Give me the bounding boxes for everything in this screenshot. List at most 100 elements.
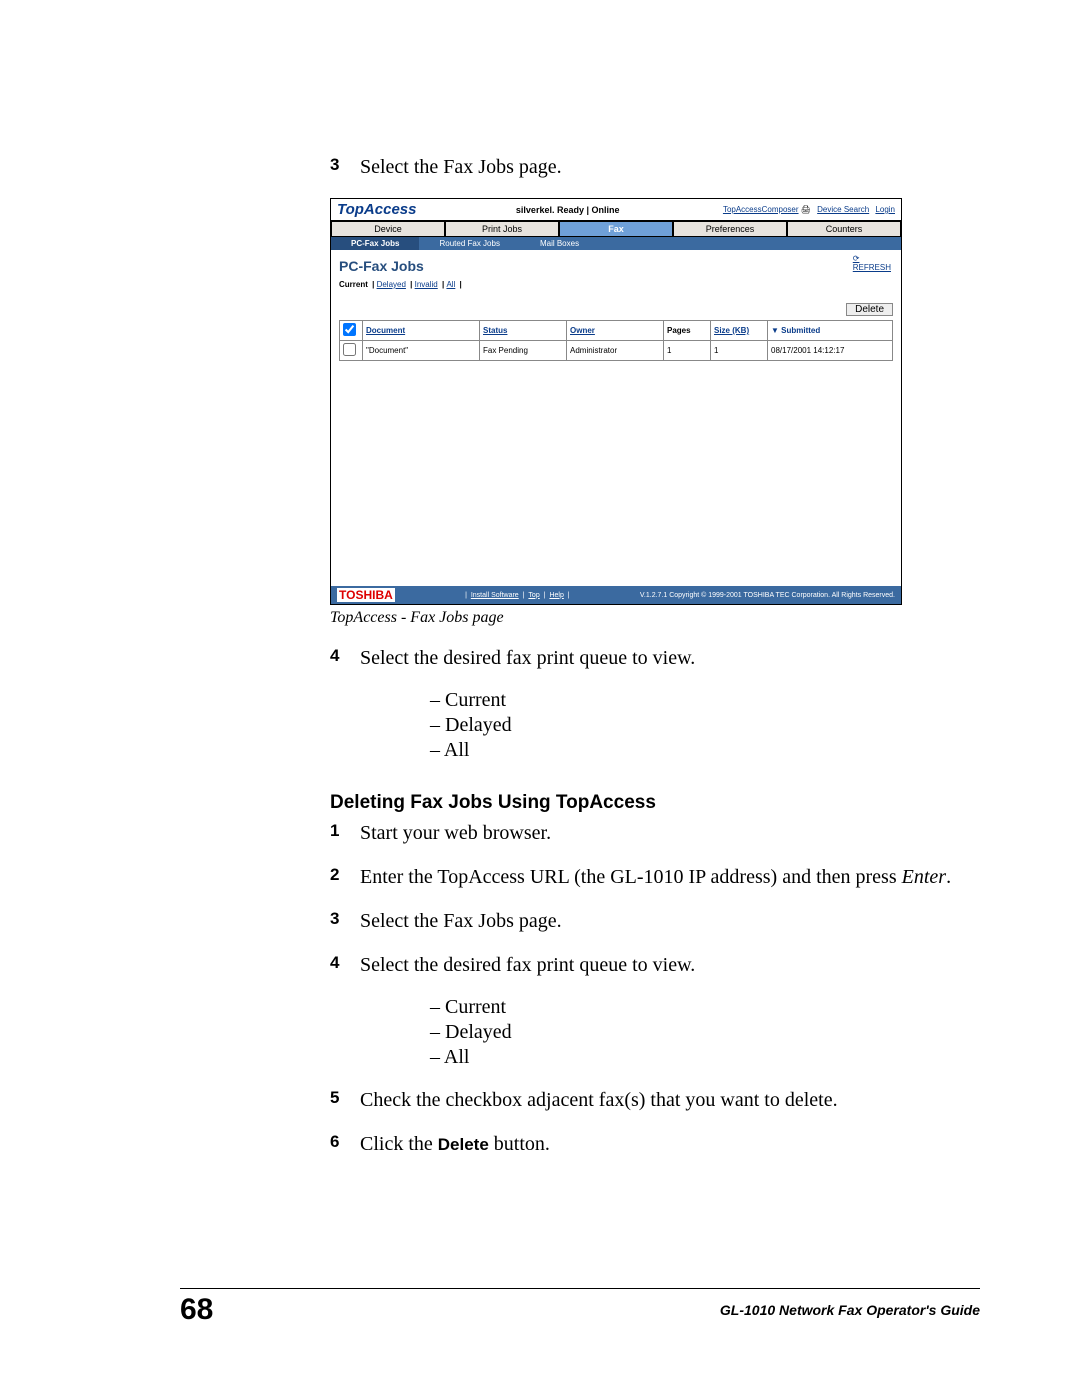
refresh-label: REFRESH: [853, 263, 891, 272]
col-document[interactable]: Document: [363, 321, 480, 341]
step-text: Select the desired fax print queue to vi…: [360, 952, 980, 978]
txt-a: Click the: [360, 1133, 438, 1155]
cell-pages: 1: [664, 341, 711, 361]
section-heading: Deleting Fax Jobs Using TopAccess: [330, 792, 980, 814]
step-num: 5: [330, 1087, 360, 1113]
step-text: Select the desired fax print queue to vi…: [360, 645, 980, 671]
flink-install[interactable]: Install Software: [471, 592, 519, 599]
col-checkbox[interactable]: [340, 321, 363, 341]
txt-bold: Delete: [438, 1135, 489, 1154]
bullet: All: [430, 1046, 980, 1069]
d-step-3: 3 Select the Fax Jobs page.: [330, 908, 980, 934]
step-text: Start your web browser.: [360, 820, 980, 846]
subtab-mailboxes[interactable]: Mail Boxes: [520, 237, 599, 250]
txt-a: Enter the TopAccess URL (the GL-1010 IP …: [360, 866, 902, 888]
step-text: Click the Delete button.: [360, 1131, 980, 1157]
footer-copyright: V.1.2.7.1 Copyright © 1999-2001 TOSHIBA …: [640, 592, 895, 599]
filter-row: Current | Delayed | Invalid | All |: [339, 280, 893, 289]
toshiba-brand: TOSHIBA: [337, 588, 395, 602]
bullets-2: Current Delayed All: [430, 996, 980, 1069]
col-submitted-label: Submitted: [781, 326, 820, 335]
step-num: 1: [330, 820, 360, 846]
panel-title: PC-Fax Jobs: [339, 258, 893, 274]
txt-b: .: [946, 866, 951, 888]
guide-title: GL-1010 Network Fax Operator's Guide: [720, 1302, 980, 1318]
jobs-table: Document Status Owner Pages Size (KB) ▼ …: [339, 320, 893, 361]
tab-fax[interactable]: Fax: [559, 221, 673, 237]
filter-invalid[interactable]: Invalid: [415, 280, 438, 289]
step-num: 6: [330, 1131, 360, 1157]
tab-counters[interactable]: Counters: [787, 221, 901, 237]
sub-tabs: PC-Fax Jobs Routed Fax Jobs Mail Boxes: [331, 237, 901, 250]
flink-help[interactable]: Help: [549, 592, 563, 599]
composer-link[interactable]: TopAccessComposer: [723, 205, 799, 214]
step-num: 3: [330, 154, 360, 180]
step-text: Enter the TopAccess URL (the GL-1010 IP …: [360, 864, 980, 890]
bullet: Delayed: [430, 714, 980, 737]
subtab-pcfax[interactable]: PC-Fax Jobs: [331, 237, 419, 250]
screenshot-caption: TopAccess - Fax Jobs page: [330, 609, 980, 627]
d-step-5: 5 Check the checkbox adjacent fax(s) tha…: [330, 1087, 980, 1113]
col-owner[interactable]: Owner: [567, 321, 664, 341]
step-num: 4: [330, 645, 360, 671]
subtab-routed[interactable]: Routed Fax Jobs: [419, 237, 519, 250]
bullet: Delayed: [430, 1021, 980, 1044]
step-3-top: 3 Select the Fax Jobs page.: [330, 154, 980, 180]
tab-printjobs[interactable]: Print Jobs: [445, 221, 559, 237]
page-number: 68: [180, 1293, 213, 1327]
bullet: Current: [430, 689, 980, 712]
row-checkbox-cell[interactable]: [340, 341, 363, 361]
delete-button[interactable]: Delete: [846, 303, 893, 316]
cell-status: Fax Pending: [480, 341, 567, 361]
step-text: Check the checkbox adjacent fax(s) that …: [360, 1087, 980, 1113]
row-checkbox[interactable]: [343, 343, 356, 356]
bullet: All: [430, 739, 980, 762]
filter-current: Current: [339, 280, 368, 289]
brand-logo: TopAccess: [337, 201, 416, 218]
filter-all[interactable]: All: [446, 280, 455, 289]
tab-preferences[interactable]: Preferences: [673, 221, 787, 237]
step-num: 2: [330, 864, 360, 890]
ss-footer: TOSHIBA | Install Software | Top | Help …: [331, 586, 901, 604]
delete-row: Delete: [339, 303, 893, 316]
col-status[interactable]: Status: [480, 321, 567, 341]
page-footer: 68 GL-1010 Network Fax Operator's Guide: [180, 1288, 980, 1327]
col-pages: Pages: [664, 321, 711, 341]
txt-b: button.: [489, 1133, 550, 1155]
col-size[interactable]: Size (KB): [711, 321, 768, 341]
login-link[interactable]: Login: [875, 205, 895, 214]
cell-size: 1: [711, 341, 768, 361]
printer-icon: 🖨: [801, 205, 811, 214]
d-step-2: 2 Enter the TopAccess URL (the GL-1010 I…: [330, 864, 980, 890]
top-links: TopAccessComposer 🖨 Device Search Login: [719, 205, 895, 214]
step-4: 4 Select the desired fax print queue to …: [330, 645, 980, 671]
d-step-6: 6 Click the Delete button.: [330, 1131, 980, 1157]
step-text: Select the Fax Jobs page.: [360, 154, 980, 180]
col-submitted[interactable]: ▼ Submitted: [768, 321, 893, 341]
flink-top[interactable]: Top: [528, 592, 539, 599]
table-row: "Document" Fax Pending Administrator 1 1…: [340, 341, 893, 361]
cell-owner: Administrator: [567, 341, 664, 361]
device-status: silverkel. Ready | Online: [516, 205, 620, 215]
refresh-link[interactable]: ⟳ REFRESH: [853, 254, 891, 272]
main-tabs: Device Print Jobs Fax Preferences Counte…: [331, 221, 901, 237]
panel: PC-Fax Jobs ⟳ REFRESH Current | Delayed …: [331, 250, 901, 586]
table-header-row: Document Status Owner Pages Size (KB) ▼ …: [340, 321, 893, 341]
bullet: Current: [430, 996, 980, 1019]
filter-delayed[interactable]: Delayed: [377, 280, 406, 289]
cell-submitted: 08/17/2001 14:12:17: [768, 341, 893, 361]
cell-document: "Document": [363, 341, 480, 361]
refresh-icon: ⟳: [853, 254, 860, 263]
txt-italic: Enter: [902, 866, 946, 888]
d-step-4: 4 Select the desired fax print queue to …: [330, 952, 980, 978]
step-num: 3: [330, 908, 360, 934]
ss-header: TopAccess silverkel. Ready | Online TopA…: [331, 199, 901, 221]
bullets-1: Current Delayed All: [430, 689, 980, 762]
footer-links: | Install Software | Top | Help |: [465, 592, 570, 599]
device-search-link[interactable]: Device Search: [817, 205, 869, 214]
topaccess-screenshot: TopAccess silverkel. Ready | Online TopA…: [330, 198, 902, 605]
step-text: Select the Fax Jobs page.: [360, 908, 980, 934]
tab-device[interactable]: Device: [331, 221, 445, 237]
step-num: 4: [330, 952, 360, 978]
d-step-1: 1 Start your web browser.: [330, 820, 980, 846]
